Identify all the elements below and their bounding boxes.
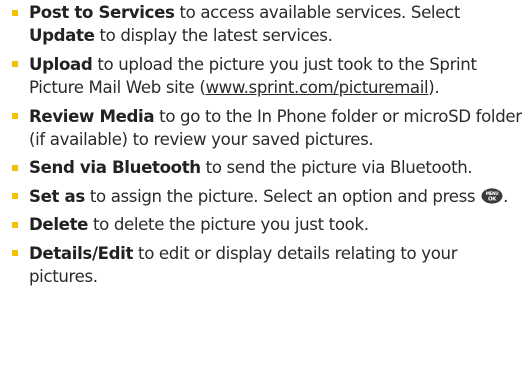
item-text: to access available services. Select (174, 3, 460, 22)
menu-ok-key-icon: MENU OK (481, 188, 503, 204)
menu-key-label: MENU (486, 191, 499, 196)
bullet-icon (12, 221, 18, 228)
item-text: ). (428, 78, 440, 98)
item-text: to assign the picture. Select an option … (84, 186, 481, 206)
item-keyword: Delete (29, 215, 89, 235)
item-keyword: Review Media (29, 106, 155, 126)
item-text: . (503, 186, 509, 206)
item-keyword: Set as (29, 186, 85, 206)
item-text: to delete the picture you just took. (88, 215, 369, 235)
bullet-icon (12, 113, 18, 120)
item-keyword: Upload (29, 54, 93, 74)
item-keyword: Details/Edit (29, 243, 134, 263)
bullet-icon (12, 9, 18, 16)
item-text: to send the picture via Bluetooth. (200, 158, 473, 178)
ok-key-label: OK (488, 196, 497, 202)
bullet-icon (12, 250, 18, 257)
picturemail-link[interactable]: www.sprint.com/picturemail (205, 78, 428, 97)
list-item-upload: Upload to upload the picture you just to… (12, 53, 524, 100)
bullet-icon (12, 193, 18, 200)
list-item-send-via-bluetooth: Send via Bluetooth to send the picture v… (12, 156, 524, 179)
bullet-icon (12, 164, 18, 171)
bullet-list: Post to Services to access available ser… (12, 0, 524, 293)
item-text: to display the latest services. (94, 26, 333, 46)
list-item-delete: Delete to delete the picture you just to… (12, 213, 524, 236)
bullet-icon (12, 61, 18, 68)
list-item-set-as: Set as to assign the picture. Select an … (12, 185, 524, 208)
item-keyword: Post to Services (29, 3, 175, 22)
list-item-review-media: Review Media to go to the In Phone folde… (12, 105, 524, 152)
list-item-post-to-services: Post to Services to access available ser… (12, 1, 524, 48)
item-keyword: Send via Bluetooth (29, 158, 201, 178)
item-keyword-update: Update (29, 26, 95, 46)
list-item-details-edit: Details/Edit to edit or display details … (12, 242, 524, 289)
